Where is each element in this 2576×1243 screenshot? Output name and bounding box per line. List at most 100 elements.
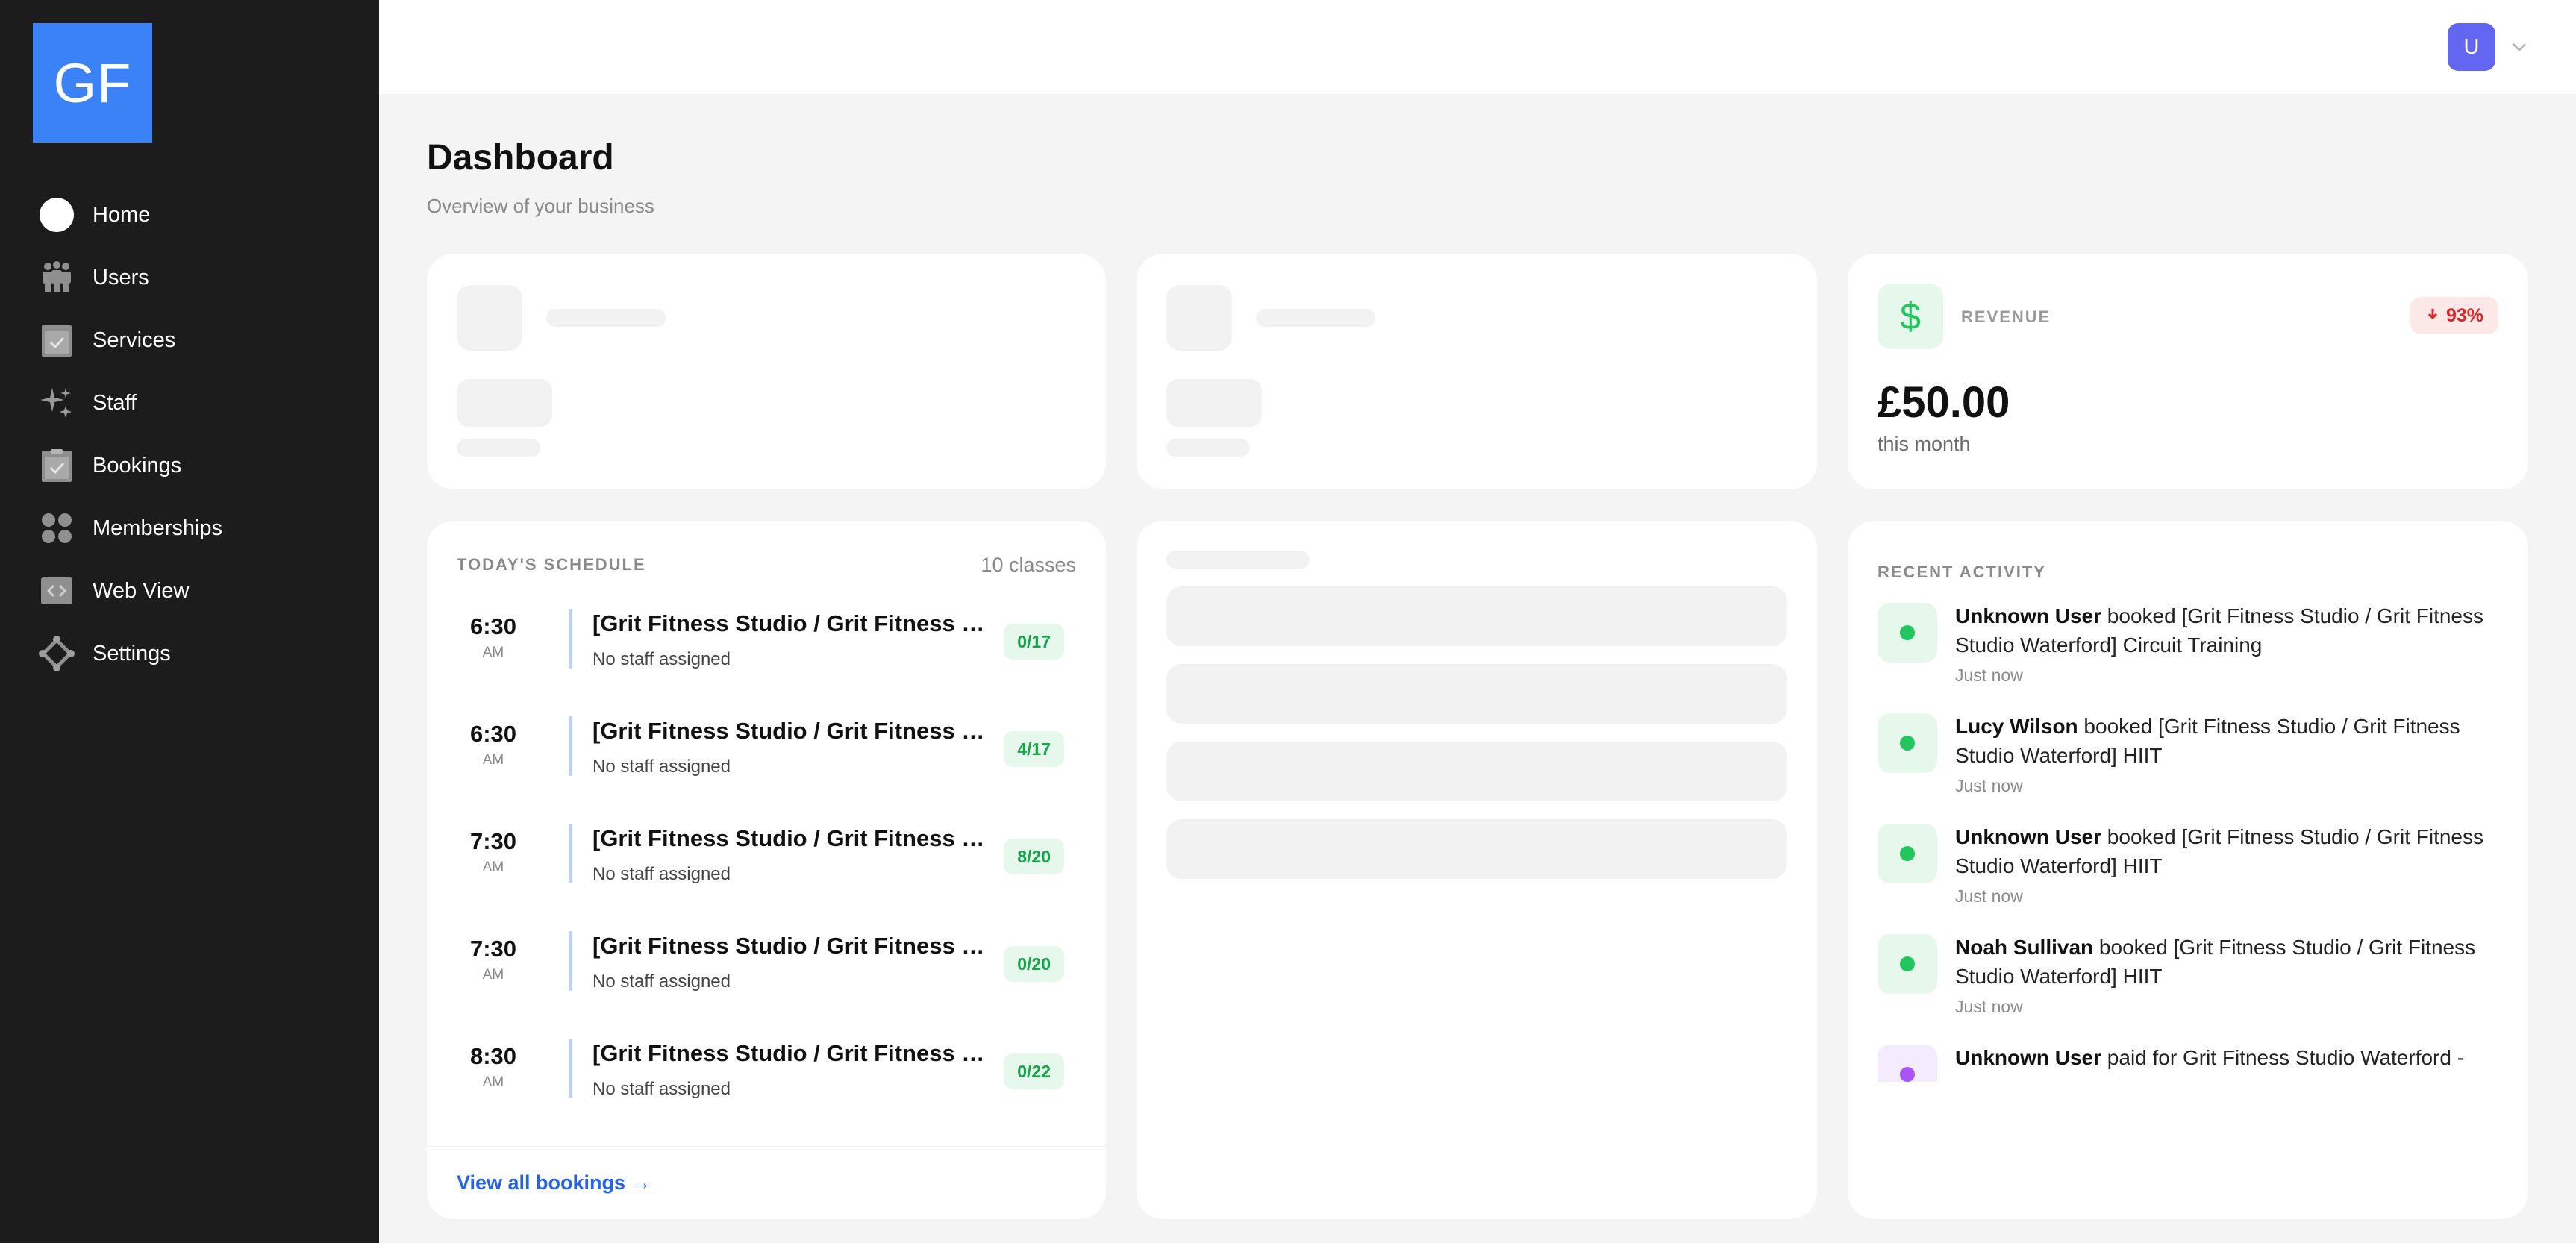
capacity-badge: 0/17 bbox=[1004, 624, 1064, 660]
class-title: [Grit Fitness Studio / Grit Fitness S... bbox=[593, 825, 995, 851]
schedule-time: 7:30 AM bbox=[457, 936, 530, 983]
schedule-count: 10 classes bbox=[981, 554, 1076, 576]
sidebar-item-memberships[interactable]: Memberships bbox=[0, 497, 379, 560]
sidebar-nav: Home Users Services Staff Bookings Membe… bbox=[0, 184, 379, 685]
skeleton-value bbox=[1166, 379, 1262, 427]
skeleton-row bbox=[1166, 586, 1787, 646]
activity-text: Unknown User booked [Grit Fitness Studio… bbox=[1955, 603, 2498, 660]
page-title: Dashboard bbox=[427, 138, 614, 178]
sidebar-item-label: Home bbox=[93, 202, 151, 227]
time-value: 7:30 bbox=[469, 828, 517, 854]
sidebar-item-label: Users bbox=[93, 265, 149, 289]
class-title: [Grit Fitness Studio / Grit Fitness S... bbox=[593, 1040, 995, 1066]
time-value: 6:30 bbox=[469, 721, 517, 747]
brand-logo[interactable]: GF bbox=[33, 23, 152, 143]
top-bar: U bbox=[379, 0, 2576, 94]
activity-item[interactable]: Lucy Wilson booked [Grit Fitness Studio … bbox=[1878, 713, 2498, 824]
revenue-change-badge: 93% bbox=[2410, 297, 2498, 334]
schedule-time: 6:30 AM bbox=[457, 613, 530, 661]
memberships-icon bbox=[39, 510, 75, 546]
sidebar-item-services[interactable]: Services bbox=[0, 309, 379, 372]
services-icon bbox=[39, 322, 75, 358]
time-period: AM bbox=[482, 1074, 504, 1090]
activity-time: Just now bbox=[1955, 997, 2023, 1016]
skeleton-value bbox=[457, 379, 552, 427]
time-value: 8:30 bbox=[469, 1043, 517, 1069]
sidebar-item-home[interactable]: Home bbox=[0, 184, 379, 246]
bookings-icon bbox=[39, 448, 75, 483]
sidebar-item-users[interactable]: Users bbox=[0, 246, 379, 309]
sidebar: GF Home Users Services Staff Bookings Me… bbox=[0, 0, 379, 1243]
skeleton-line bbox=[1256, 309, 1375, 327]
activity-item[interactable]: Unknown User booked [Grit Fitness Studio… bbox=[1878, 824, 2498, 934]
class-title: [Grit Fitness Studio / Grit Fitness S... bbox=[593, 718, 995, 744]
time-period: AM bbox=[482, 860, 504, 875]
loading-card bbox=[1137, 521, 1817, 1219]
skeleton-row bbox=[1166, 742, 1787, 801]
dollar-icon: $ bbox=[1878, 284, 1943, 349]
home-icon bbox=[39, 197, 75, 233]
schedule-footer: View all bookings → bbox=[427, 1146, 1106, 1219]
skeleton-line bbox=[457, 439, 540, 457]
skeleton-line bbox=[1166, 551, 1310, 569]
chevron-down-icon[interactable] bbox=[2507, 35, 2531, 59]
sidebar-item-bookings[interactable]: Bookings bbox=[0, 434, 379, 497]
class-staff: No staff assigned bbox=[593, 971, 731, 992]
sidebar-item-label: Services bbox=[93, 328, 176, 352]
revenue-change-value: 93% bbox=[2445, 304, 2483, 326]
skeleton-icon bbox=[1166, 285, 1232, 351]
schedule-accent-bar bbox=[569, 824, 572, 883]
activity-item[interactable]: Unknown User booked [Grit Fitness Studio… bbox=[1878, 603, 2498, 713]
settings-icon bbox=[39, 636, 75, 671]
activity-text: Noah Sullivan booked [Grit Fitness Studi… bbox=[1955, 933, 2498, 991]
schedule-row[interactable]: 8:30 AM [Grit Fitness Studio / Grit Fitn… bbox=[427, 1039, 1106, 1146]
revenue-label: REVENUE bbox=[1961, 307, 2051, 326]
capacity-badge: 0/20 bbox=[1004, 946, 1064, 982]
sidebar-item-staff[interactable]: Staff bbox=[0, 372, 379, 434]
class-staff: No staff assigned bbox=[593, 757, 731, 777]
activity-item[interactable]: Unknown User paid for Grit Fitness Studi… bbox=[1878, 1045, 2498, 1082]
schedule-time: 8:30 AM bbox=[457, 1043, 530, 1091]
revenue-card[interactable]: $ REVENUE 93% £50.00 this month bbox=[1848, 254, 2528, 489]
time-period: AM bbox=[482, 645, 504, 660]
schedule-row[interactable]: 7:30 AM [Grit Fitness Studio / Grit Fitn… bbox=[427, 931, 1106, 1039]
sidebar-item-label: Staff bbox=[93, 390, 137, 415]
capacity-badge: 4/17 bbox=[1004, 731, 1064, 767]
activity-time: Just now bbox=[1955, 886, 2023, 906]
schedule-heading: TODAY'S SCHEDULE bbox=[457, 555, 646, 574]
activity-text: Unknown User booked [Grit Fitness Studio… bbox=[1955, 822, 2498, 880]
revenue-value: £50.00 bbox=[1878, 378, 2010, 427]
app-root: GF Home Users Services Staff Bookings Me… bbox=[0, 0, 2576, 1243]
activity-dot-icon bbox=[1878, 713, 1937, 773]
users-icon bbox=[39, 260, 75, 295]
class-staff: No staff assigned bbox=[593, 649, 731, 669]
schedule-row[interactable]: 6:30 AM [Grit Fitness Studio / Grit Fitn… bbox=[427, 609, 1106, 716]
time-value: 7:30 bbox=[469, 936, 517, 962]
class-staff: No staff assigned bbox=[593, 1079, 731, 1099]
skeleton-line bbox=[546, 309, 666, 327]
view-all-bookings-link[interactable]: View all bookings → bbox=[457, 1171, 651, 1195]
sidebar-item-label: Settings bbox=[93, 641, 171, 666]
activity-time: Just now bbox=[1955, 776, 2023, 795]
sidebar-item-settings[interactable]: Settings bbox=[0, 622, 379, 685]
activity-user: Noah Sullivan bbox=[1955, 936, 2094, 959]
sidebar-item-label: Web View bbox=[93, 578, 190, 603]
sidebar-item-label: Memberships bbox=[93, 516, 223, 540]
activity-user: Lucy Wilson bbox=[1955, 715, 2078, 738]
page-subtitle: Overview of your business bbox=[427, 195, 654, 217]
user-avatar[interactable]: U bbox=[2448, 23, 2495, 71]
activity-item[interactable]: Noah Sullivan booked [Grit Fitness Studi… bbox=[1878, 934, 2498, 1045]
activity-dot-icon bbox=[1878, 1045, 1937, 1082]
schedule-row[interactable]: 6:30 AM [Grit Fitness Studio / Grit Fitn… bbox=[427, 716, 1106, 824]
time-period: AM bbox=[482, 967, 504, 983]
activity-user: Unknown User bbox=[1955, 825, 2102, 848]
activity-dot-icon bbox=[1878, 603, 1937, 663]
activity-dot-icon bbox=[1878, 934, 1937, 994]
schedule-list: 6:30 AM [Grit Fitness Studio / Grit Fitn… bbox=[427, 609, 1106, 1146]
sidebar-item-web-view[interactable]: Web View bbox=[0, 560, 379, 622]
activity-card: RECENT ACTIVITY Unknown User booked [Gri… bbox=[1848, 521, 2528, 1219]
schedule-accent-bar bbox=[569, 609, 572, 669]
activity-user: Unknown User bbox=[1955, 604, 2102, 627]
schedule-row[interactable]: 7:30 AM [Grit Fitness Studio / Grit Fitn… bbox=[427, 824, 1106, 931]
web-view-icon bbox=[39, 573, 75, 609]
